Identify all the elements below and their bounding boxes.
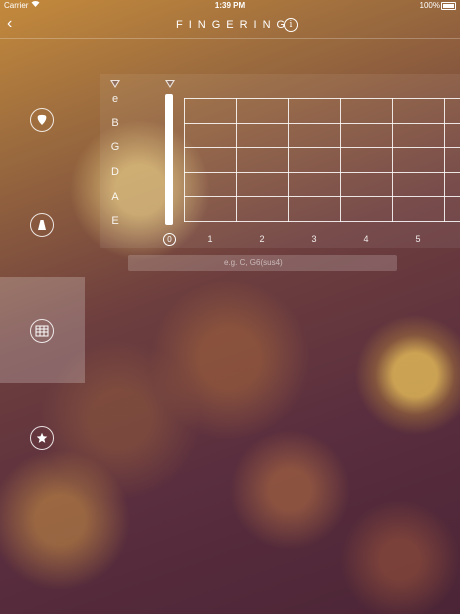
metronome-icon <box>38 220 46 230</box>
nav-bar: ‹ FINGERING i <box>0 12 460 39</box>
string-line <box>184 196 460 197</box>
string-line <box>184 98 460 99</box>
string-name-D: D <box>111 166 119 178</box>
battery-icon <box>441 2 456 10</box>
sidebar-chord-chart-button[interactable] <box>30 319 54 343</box>
chord-search-placeholder: e.g. C, G6(sus4) <box>224 258 283 267</box>
fret-line <box>444 98 445 222</box>
string-line <box>184 147 460 148</box>
sidebar-pick-button[interactable] <box>30 108 54 132</box>
string-name-e: e <box>111 93 119 105</box>
open-fret-marker[interactable]: 0 <box>163 233 176 246</box>
nut-triangle-icon[interactable] <box>165 80 175 88</box>
fret-number: 5 <box>415 234 421 244</box>
sidebar-metronome-button[interactable] <box>30 213 54 237</box>
info-icon[interactable]: i <box>284 18 298 32</box>
string-name-G: G <box>110 141 120 153</box>
string-line <box>184 172 460 173</box>
string-line <box>184 123 460 124</box>
string-line <box>184 221 460 222</box>
fret-line <box>184 98 185 222</box>
guitar-nut <box>165 94 173 225</box>
sidebar-favorites-button[interactable] <box>30 426 54 450</box>
string-mute-triangle-icon[interactable] <box>110 80 120 88</box>
fret-number: 4 <box>363 234 369 244</box>
status-bar: Carrier 1:39 PM 100% <box>0 0 460 12</box>
fret-line <box>288 98 289 222</box>
string-name-B: B <box>111 117 119 129</box>
clock: 1:39 PM <box>214 1 246 10</box>
string-name-A: A <box>111 191 119 203</box>
string-name-E: E <box>111 215 119 227</box>
fret-line <box>392 98 393 222</box>
chord-chart-icon <box>35 325 49 337</box>
fret-number: 1 <box>207 234 213 244</box>
page-title: FINGERING <box>176 19 292 31</box>
battery-percent: 100% <box>419 1 440 10</box>
fret-line <box>236 98 237 222</box>
chord-search-input[interactable]: e.g. C, G6(sus4) <box>128 255 397 271</box>
fret-number: 3 <box>311 234 317 244</box>
fret-line <box>340 98 341 222</box>
pick-icon <box>37 114 47 125</box>
back-chevron-icon[interactable]: ‹ <box>7 15 12 33</box>
star-icon <box>36 432 48 443</box>
fret-number: 2 <box>259 234 265 244</box>
